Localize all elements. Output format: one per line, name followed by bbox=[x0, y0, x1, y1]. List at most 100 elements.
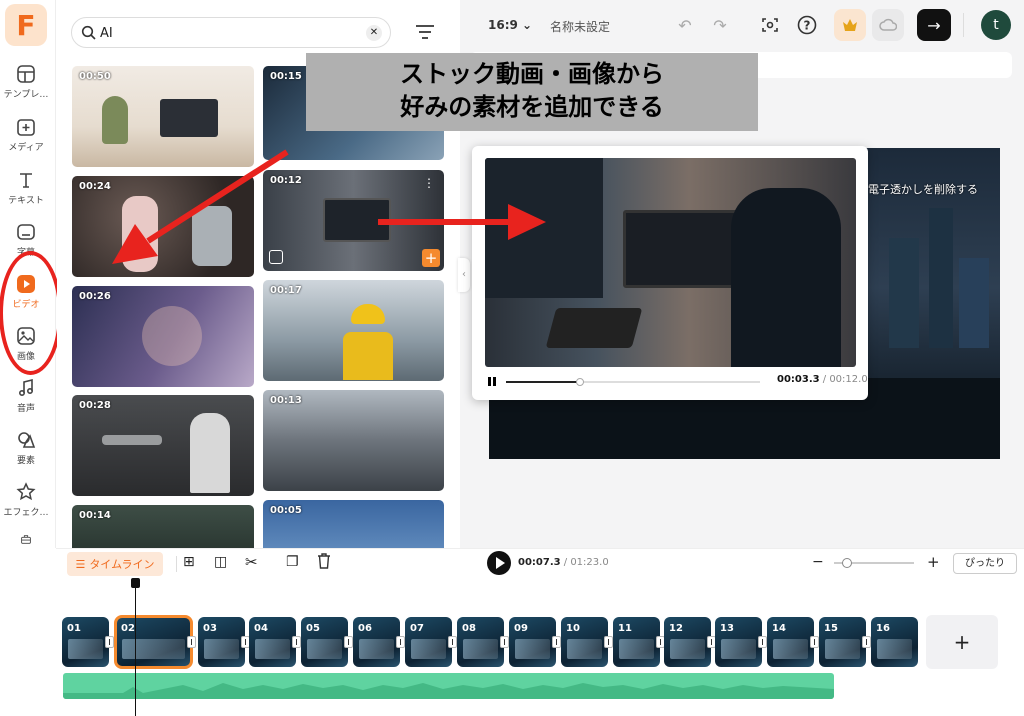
nav-item-audio[interactable]: 音声 bbox=[2, 378, 50, 424]
transition-handle[interactable] bbox=[344, 636, 353, 648]
play-button[interactable] bbox=[487, 551, 511, 575]
add-to-timeline-icon[interactable]: + bbox=[422, 249, 440, 267]
cloud-save-icon[interactable] bbox=[872, 9, 904, 41]
scrubber-handle[interactable] bbox=[575, 378, 584, 386]
split-icon[interactable]: ◫ bbox=[214, 554, 227, 570]
nav-label: エフェク… bbox=[3, 508, 49, 518]
export-arrow-icon[interactable]: → bbox=[917, 9, 951, 41]
premium-crown-icon[interactable] bbox=[834, 9, 866, 41]
pause-icon[interactable] bbox=[488, 377, 496, 386]
transition-handle[interactable] bbox=[292, 636, 301, 648]
timeline-clip[interactable]: 05 bbox=[301, 617, 348, 667]
timeline-clip[interactable]: 14 bbox=[767, 617, 814, 667]
clip-number: 02 bbox=[121, 623, 135, 634]
duration-label: 00:50 bbox=[79, 71, 111, 82]
timeline-toggle-button[interactable]: ☰ タイムライン bbox=[67, 552, 163, 576]
transition-handle[interactable] bbox=[758, 636, 767, 648]
duplicate-icon[interactable]: ❐ bbox=[286, 554, 299, 570]
video-thumbnail[interactable]: 00:24 bbox=[72, 176, 254, 277]
clip-number: 09 bbox=[514, 623, 528, 634]
transition-handle[interactable] bbox=[604, 636, 613, 648]
nav-item-tools[interactable] bbox=[2, 534, 50, 548]
aspect-ratio-select[interactable]: 16:9 ⌄ bbox=[488, 18, 532, 32]
timeline-clip[interactable]: 11 bbox=[613, 617, 660, 667]
undo-icon[interactable]: ↶ bbox=[670, 10, 700, 40]
timeline-clip[interactable]: 15 bbox=[819, 617, 866, 667]
nav-item-elements[interactable]: 要素 bbox=[2, 430, 50, 476]
help-icon[interactable]: ? bbox=[792, 10, 822, 40]
video-thumbnail[interactable]: 00:17 bbox=[263, 280, 444, 381]
filter-icon[interactable] bbox=[415, 24, 435, 40]
nav-item-templates[interactable]: テンプレ… bbox=[2, 64, 50, 110]
callout-line-1: ストック動画・画像から bbox=[400, 60, 664, 88]
timeline-clip[interactable]: 06 bbox=[353, 617, 400, 667]
nav-item-effects[interactable]: エフェク… bbox=[2, 482, 50, 528]
clip-thumbnail bbox=[825, 639, 860, 659]
clip-number: 14 bbox=[772, 623, 786, 634]
redo-icon[interactable]: ↷ bbox=[705, 10, 735, 40]
more-options-icon[interactable]: ⋮ bbox=[423, 176, 435, 190]
user-avatar[interactable]: t bbox=[981, 10, 1011, 40]
clip-thumbnail bbox=[255, 639, 290, 659]
nav-item-text[interactable]: テキスト bbox=[2, 170, 50, 216]
timeline-label: タイムライン bbox=[89, 558, 155, 571]
clip-thumbnail bbox=[307, 639, 342, 659]
collapse-panel-handle[interactable]: ‹ bbox=[458, 258, 470, 292]
timeline-clip[interactable]: 10 bbox=[561, 617, 608, 667]
timeline-clip[interactable]: 13 bbox=[715, 617, 762, 667]
timeline-clip[interactable]: 01 bbox=[62, 617, 109, 667]
audio-track[interactable] bbox=[63, 673, 834, 699]
zoom-out-icon[interactable]: − bbox=[812, 554, 824, 570]
video-thumbnail[interactable]: 00:14 bbox=[72, 505, 254, 548]
transition-handle[interactable] bbox=[810, 636, 819, 648]
timeline-clip[interactable]: 04 bbox=[249, 617, 296, 667]
duration-label: 00:05 bbox=[270, 505, 302, 516]
app-logo[interactable]: F bbox=[5, 4, 47, 46]
transition-handle[interactable] bbox=[862, 636, 871, 648]
transition-handle[interactable] bbox=[448, 636, 457, 648]
timeline-clip[interactable]: 08 bbox=[457, 617, 504, 667]
clip-thumbnail bbox=[877, 639, 912, 659]
audio-waveform bbox=[63, 683, 834, 699]
transition-handle[interactable] bbox=[105, 636, 114, 648]
timeline-clip[interactable]: 07 bbox=[405, 617, 452, 667]
search-input[interactable] bbox=[100, 24, 350, 42]
add-clip-icon[interactable]: ⊞ bbox=[183, 554, 195, 570]
zoom-slider-handle[interactable] bbox=[842, 558, 852, 568]
timeline-clip[interactable]: 03 bbox=[198, 617, 245, 667]
timeline-clip[interactable]: 09 bbox=[509, 617, 556, 667]
zoom-slider[interactable] bbox=[834, 558, 914, 568]
video-thumbnail[interactable]: ⋮ + 00:12 bbox=[263, 170, 444, 271]
nav-item-media[interactable]: メディア bbox=[2, 117, 50, 163]
trash-icon[interactable] bbox=[317, 553, 331, 573]
clear-search-icon[interactable]: ✕ bbox=[366, 25, 382, 41]
video-thumbnail[interactable]: 00:13 bbox=[263, 390, 444, 491]
timeline-clip[interactable]: 02 bbox=[114, 615, 193, 669]
clip-thumbnail bbox=[359, 639, 394, 659]
transition-handle[interactable] bbox=[187, 636, 196, 648]
screen-record-icon[interactable] bbox=[755, 10, 785, 40]
preview-current-time: 00:03.3 bbox=[777, 374, 820, 385]
video-thumbnail[interactable]: 00:28 bbox=[72, 395, 254, 496]
playhead-line[interactable] bbox=[135, 580, 136, 716]
aspect-ratio-value: 16:9 bbox=[488, 18, 518, 32]
clip-number: 08 bbox=[462, 623, 476, 634]
fit-button[interactable]: ぴったり bbox=[953, 553, 1017, 574]
timeline-clip[interactable]: 16 bbox=[871, 617, 918, 667]
preview-scrubber[interactable] bbox=[506, 378, 760, 386]
preview-video[interactable] bbox=[485, 158, 856, 367]
project-title[interactable]: 名称未設定 bbox=[550, 18, 610, 35]
transition-handle[interactable] bbox=[396, 636, 405, 648]
video-thumbnail[interactable]: 00:05 bbox=[263, 500, 444, 548]
video-thumbnail[interactable]: 00:50 bbox=[72, 66, 254, 167]
scrubber-fill bbox=[506, 381, 580, 383]
timeline-clip[interactable]: 12 bbox=[664, 617, 711, 667]
transition-handle[interactable] bbox=[500, 636, 509, 648]
video-thumbnail[interactable]: 00:26 bbox=[72, 286, 254, 387]
add-scene-button[interactable]: + bbox=[926, 615, 998, 669]
remove-watermark-label[interactable]: 電子透かしを削除する bbox=[868, 181, 978, 197]
scissors-icon[interactable]: ✂ bbox=[245, 553, 258, 571]
playhead-handle[interactable] bbox=[131, 578, 140, 588]
zoom-in-icon[interactable]: + bbox=[927, 553, 940, 571]
transition-handle[interactable] bbox=[552, 636, 561, 648]
